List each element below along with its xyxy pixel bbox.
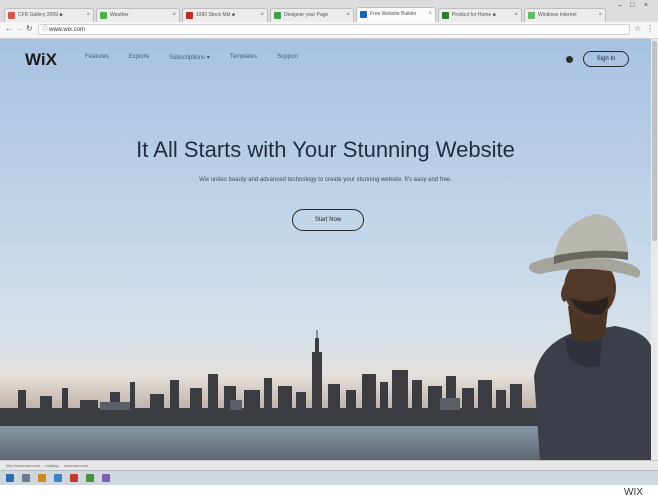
tab-label: CFR Gallery 2009 ■ [18,12,63,18]
browser-tab[interactable]: Windows Internet × [524,8,606,22]
tab-close-icon[interactable]: × [172,9,176,22]
hero-section: WiX Features Explore Subscriptions ▾ Tem… [0,39,658,460]
taskbar-app-icon[interactable] [102,474,110,482]
minimize-icon[interactable]: – [618,2,622,9]
tab-label: Product for Home ■ [452,12,496,18]
tab-close-icon[interactable]: × [346,9,350,22]
close-window-icon[interactable]: × [644,2,648,9]
start-menu-icon[interactable] [6,474,14,482]
browser-tab[interactable]: CFR Gallery 2009 ■ × [4,8,94,22]
wix-logo[interactable]: WiX [25,50,57,70]
nav-item-templates[interactable]: Templates [230,54,257,61]
url-input[interactable]: ⓘ www.wix.com [38,24,630,35]
tab-close-icon[interactable]: × [428,8,432,21]
hero-headline: It All Starts with Your Stunning Website [136,137,515,162]
taskbar-app-icon[interactable] [86,474,94,482]
nav-item-support[interactable]: Support [277,54,298,61]
scrollbar-thumb[interactable] [652,41,657,241]
site-navigation: Features Explore Subscriptions ▾ Templat… [85,54,298,61]
tab-label: Free Website Builder [370,11,417,17]
hero-subheadline: Wix unites beauty and advanced technolog… [199,177,452,183]
nav-item-subscriptions[interactable]: Subscriptions ▾ [169,54,210,61]
page-scrollbar[interactable] [651,39,658,460]
reload-icon[interactable]: ↻ [26,24,33,33]
browser-tab-active[interactable]: Free Website Builder × [356,7,436,22]
url-text: www.wix.com [49,27,86,33]
bookmark-star-icon[interactable]: ☆ [634,24,641,33]
browser-tab[interactable]: Product for Home ■ × [438,8,522,22]
browser-address-bar: ← → ↻ ⓘ www.wix.com ☆ ⋮ [0,22,658,39]
language-globe-icon[interactable] [566,56,573,63]
sign-in-button[interactable]: Sign In [583,51,629,67]
site-info-icon[interactable]: ⓘ [42,25,48,36]
taskbar-app-icon[interactable] [70,474,78,482]
tab-label: 1990 Stock Mkt ■ [196,12,235,18]
forward-arrow-icon[interactable]: → [15,24,23,33]
tab-label: Designer your Page [284,12,329,18]
tab-favicon-icon [100,12,107,19]
nav-item-features[interactable]: Features [85,54,109,61]
browser-tab[interactable]: 1990 Stock Mkt ■ × [182,8,268,22]
caption-label: WIX [624,487,643,498]
back-arrow-icon[interactable]: ← [5,24,13,33]
tab-close-icon[interactable]: × [260,9,264,22]
tab-favicon-icon [186,12,193,19]
nav-item-explore[interactable]: Explore [129,54,149,61]
man-with-hat-image [529,214,651,460]
browser-tab[interactable]: Weather × [96,8,180,22]
browser-app-icon[interactable] [54,474,62,482]
tab-favicon-icon [8,12,15,19]
tab-favicon-icon [442,12,449,19]
taskbar-app-icon[interactable] [22,474,30,482]
tab-favicon-icon [360,11,367,18]
tab-close-icon[interactable]: × [598,9,602,22]
folder-icon[interactable] [38,474,46,482]
tab-favicon-icon [274,12,281,19]
browser-status-bar: http://www.wix.com ... loading ... www.w… [0,460,658,470]
os-taskbar [0,470,658,485]
browser-tab[interactable]: Designer your Page × [270,8,354,22]
tab-label: Windows Internet [538,12,577,18]
tab-label: Weather [110,12,129,18]
browser-tab-bar: CFR Gallery 2009 ■ × Weather × 1990 Stoc… [0,0,658,23]
tab-favicon-icon [528,12,535,19]
start-now-button[interactable]: Start Now [292,209,364,231]
tab-close-icon[interactable]: × [86,9,90,22]
maximize-icon[interactable]: □ [630,2,634,9]
browser-menu-icon[interactable]: ⋮ [646,24,654,33]
tab-close-icon[interactable]: × [514,9,518,22]
